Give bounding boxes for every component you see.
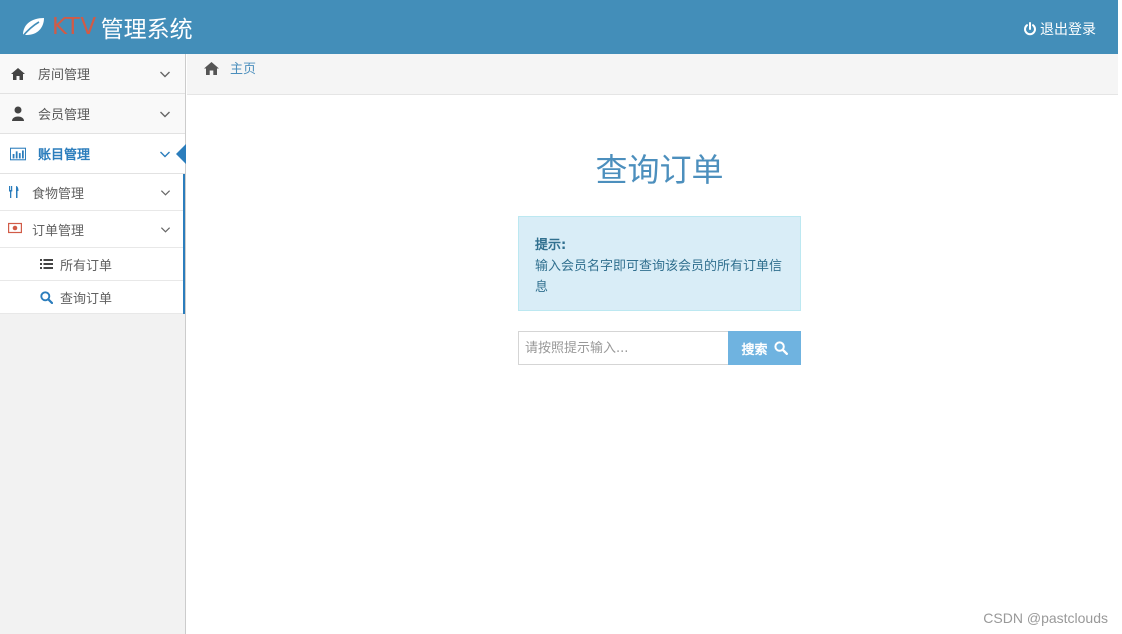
watermark: CSDN @pastclouds [983, 610, 1108, 626]
brand-accent: KTV [52, 14, 97, 40]
chevron-down-icon [160, 71, 170, 77]
sidebar-item-label: 订单管理 [32, 223, 85, 239]
bar-chart-icon [10, 146, 26, 162]
sidebar-item-label: 账目管理 [38, 148, 91, 163]
sidebar-item-members[interactable]: 会员管理 [0, 94, 185, 134]
sidebar-item-label: 所有订单 [60, 258, 113, 274]
sidebar-item-label: 房间管理 [38, 68, 91, 83]
search-input[interactable] [518, 331, 728, 365]
search-form: 搜索 [518, 331, 801, 365]
home-icon [204, 61, 219, 75]
active-indicator [176, 144, 186, 164]
power-icon [1024, 22, 1036, 36]
sidebar-item-label: 会员管理 [38, 108, 91, 123]
breadcrumb-home-link[interactable]: 主页 [230, 58, 256, 77]
main-content: 查询订单 提示: 输入会员名字即可查询该会员的所有订单信息 搜索 [187, 95, 1118, 634]
sidebar-item-rooms[interactable]: 房间管理 [0, 54, 185, 94]
chevron-down-icon [160, 189, 171, 196]
cutlery-icon [8, 185, 22, 199]
page-title: 查询订单 [595, 151, 724, 189]
sidebar-item-label: 食物管理 [32, 186, 85, 202]
logout-button[interactable]: 退出登录 [1023, 19, 1096, 39]
top-navbar: KTV 管理系统 退出登录 [0, 0, 1118, 54]
sidebar-item-query-orders[interactable]: 查询订单 [0, 281, 183, 314]
brand-title: 管理系统 [100, 17, 193, 43]
search-icon [773, 341, 788, 355]
logout-label: 退出登录 [1040, 22, 1096, 38]
brand[interactable]: KTV 管理系统 [20, 0, 193, 54]
user-icon [10, 106, 26, 122]
breadcrumb: 主页 [187, 54, 1118, 95]
sidebar-item-orders[interactable]: 订单管理 [0, 211, 183, 248]
sidebar-item-accounts[interactable]: 账目管理 [0, 134, 186, 174]
money-icon [8, 222, 22, 236]
tip-alert: 提示: 输入会员名字即可查询该会员的所有订单信息 [518, 216, 801, 311]
tip-title: 提示: [535, 238, 567, 253]
sidebar-item-label: 查询订单 [60, 291, 113, 307]
sidebar-menu: 房间管理 会员管理 账目管理 [0, 54, 186, 174]
chevron-down-icon [160, 111, 170, 117]
chevron-down-icon [160, 151, 170, 157]
search-icon [40, 290, 53, 304]
sidebar: 房间管理 会员管理 账目管理 食物管理 订单管理 所有订单 查询订单 [0, 54, 186, 634]
search-button[interactable]: 搜索 [728, 331, 801, 365]
list-icon [40, 258, 53, 271]
search-button-label: 搜索 [741, 342, 768, 358]
sidebar-item-food[interactable]: 食物管理 [0, 174, 183, 211]
submenu-accounts: 食物管理 订单管理 所有订单 查询订单 [0, 174, 185, 314]
leaf-icon [21, 18, 44, 38]
sidebar-item-all-orders[interactable]: 所有订单 [0, 248, 183, 281]
chevron-down-icon [160, 226, 171, 233]
home-icon [10, 66, 26, 82]
tip-text: 输入会员名字即可查询该会员的所有订单信息 [535, 259, 783, 295]
